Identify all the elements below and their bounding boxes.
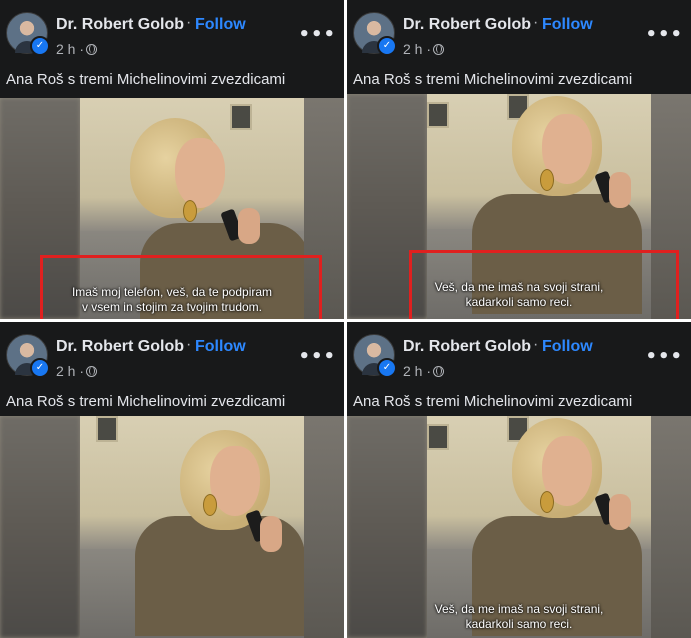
separator: · — [186, 14, 192, 31]
separator: · — [533, 14, 539, 31]
post-panel-3: ✓ Dr. Robert Golob · Follow 2 h · ••• An… — [0, 322, 344, 638]
post-time-text: 2 h · — [403, 41, 432, 57]
author-name[interactable]: Dr. Robert Golob — [403, 338, 531, 356]
highlight-box — [40, 255, 322, 319]
building-window — [427, 424, 449, 450]
post-time[interactable]: 2 h · — [56, 41, 98, 57]
post-time-text: 2 h · — [403, 363, 432, 379]
person-hand — [260, 516, 282, 552]
building-window — [427, 102, 449, 128]
follow-button[interactable]: Follow — [542, 16, 593, 34]
earring — [540, 169, 554, 191]
post-caption: Ana Roš s tremi Michelinovimi zvezdicami — [6, 71, 286, 88]
video-scene — [80, 416, 308, 638]
follow-button[interactable]: Follow — [195, 338, 246, 356]
post-time-text: 2 h · — [56, 41, 85, 57]
person-face — [175, 138, 225, 208]
subtitle-line: Veš, da me imaš na svoji strani, — [434, 602, 604, 616]
author-name[interactable]: Dr. Robert Golob — [56, 338, 184, 356]
post-panel-2: ✓ Dr. Robert Golob · Follow 2 h · ••• An… — [347, 0, 691, 319]
building-window — [230, 104, 252, 130]
follow-button[interactable]: Follow — [195, 16, 246, 34]
post-time[interactable]: 2 h · — [403, 363, 445, 379]
earring — [540, 491, 554, 513]
person-hand — [238, 208, 260, 244]
video-blur-right — [304, 416, 344, 638]
author-name[interactable]: Dr. Robert Golob — [56, 16, 184, 34]
post-caption: Ana Roš s tremi Michelinovimi zvezdicami — [6, 393, 286, 410]
earring — [203, 494, 217, 516]
separator: · — [533, 336, 539, 353]
more-options-icon[interactable]: ••• — [298, 346, 336, 367]
globe-icon — [433, 366, 445, 377]
verified-badge-icon: ✓ — [30, 358, 50, 378]
building-window — [96, 416, 118, 442]
more-options-icon[interactable]: ••• — [645, 346, 683, 367]
post-caption: Ana Roš s tremi Michelinovimi zvezdicami — [353, 393, 633, 410]
video-frame[interactable] — [0, 416, 344, 638]
globe-icon — [433, 44, 445, 55]
globe-icon — [86, 366, 98, 377]
post-time[interactable]: 2 h · — [403, 41, 445, 57]
author-name[interactable]: Dr. Robert Golob — [403, 16, 531, 34]
person-hand — [609, 494, 631, 530]
globe-icon — [86, 44, 98, 55]
verified-badge-icon: ✓ — [377, 358, 397, 378]
verified-badge-icon: ✓ — [377, 36, 397, 56]
post-time[interactable]: 2 h · — [56, 363, 98, 379]
video-blur-left — [0, 416, 80, 638]
video-subtitle: Veš, da me imaš na svoji strani, kadarko… — [347, 602, 691, 632]
highlight-box — [409, 250, 679, 319]
separator: · — [186, 336, 192, 353]
post-caption: Ana Roš s tremi Michelinovimi zvezdicami — [353, 71, 633, 88]
video-frame[interactable]: Veš, da me imaš na svoji strani, kadarko… — [347, 416, 691, 638]
person-hand — [609, 172, 631, 208]
person-face — [210, 446, 260, 516]
subtitle-line: kadarkoli samo reci. — [465, 617, 573, 631]
post-panel-4: ✓ Dr. Robert Golob · Follow 2 h · ••• An… — [347, 322, 691, 638]
more-options-icon[interactable]: ••• — [645, 24, 683, 45]
follow-button[interactable]: Follow — [542, 338, 593, 356]
post-time-text: 2 h · — [56, 363, 85, 379]
verified-badge-icon: ✓ — [30, 36, 50, 56]
more-options-icon[interactable]: ••• — [298, 24, 336, 45]
post-panel-1: ✓ Dr. Robert Golob · Follow 2 h · ••• An… — [0, 0, 344, 319]
earring — [183, 200, 197, 222]
